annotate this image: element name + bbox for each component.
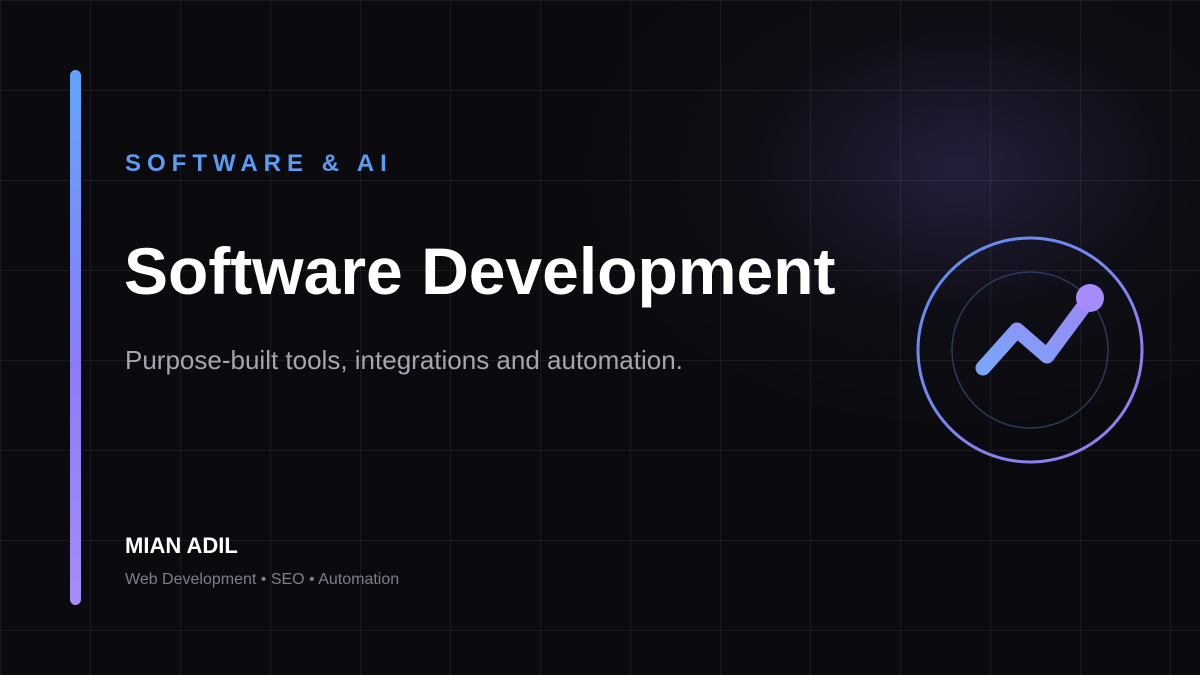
page-subtitle: Purpose-built tools, integrations and au…: [125, 345, 683, 375]
author-tagline: Web Development • SEO • Automation: [125, 571, 400, 588]
trending-up-icon: [910, 230, 1150, 470]
accent-bar: [70, 70, 81, 605]
page-title: Software Development: [124, 234, 836, 308]
category-label: SOFTWARE & AI: [125, 150, 393, 177]
trending-up-emblem-graphic: [916, 236, 1144, 464]
emblem-trend-point: [1076, 284, 1104, 312]
author-name: MIAN ADIL: [125, 533, 238, 558]
emblem-trend-line: [975, 290, 1098, 376]
banner-card: SOFTWARE & AI Software Development Purpo…: [0, 0, 1200, 675]
